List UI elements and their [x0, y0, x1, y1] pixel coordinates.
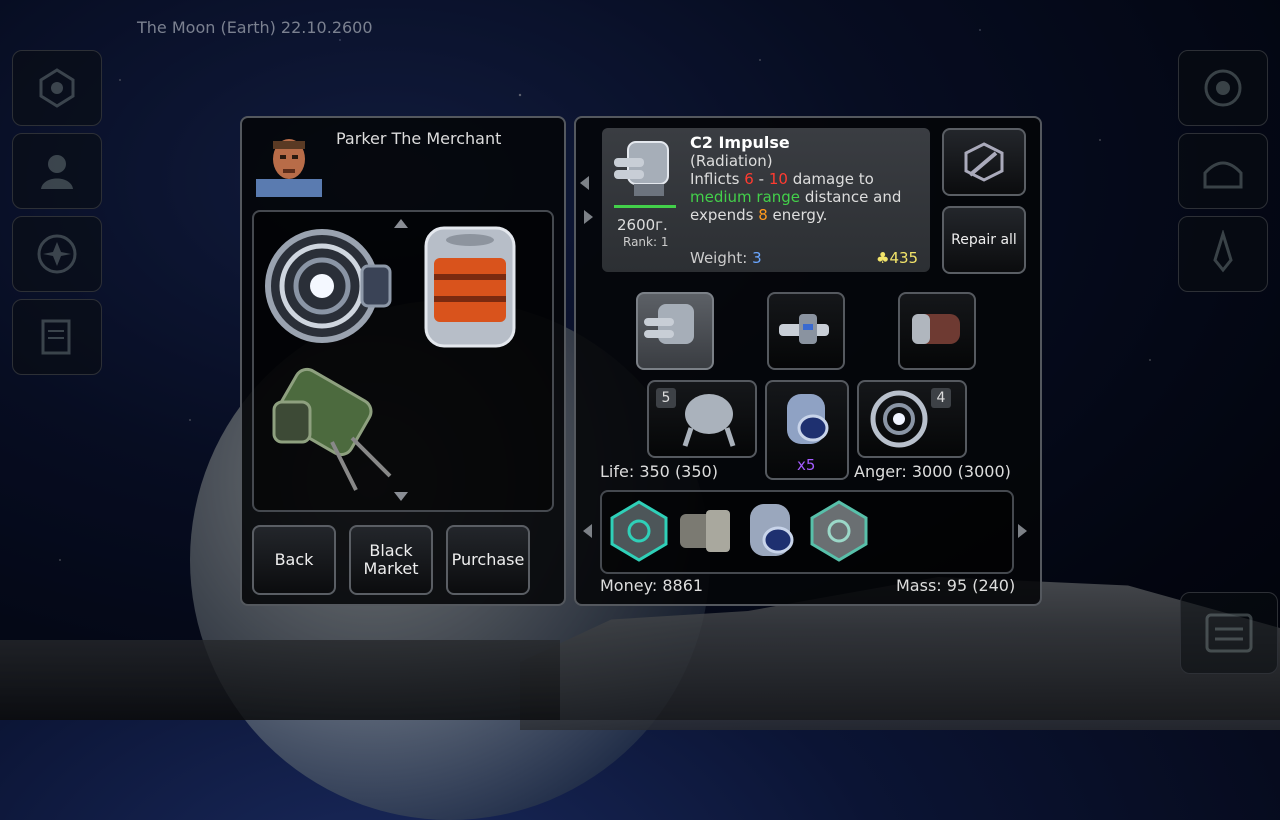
base-button[interactable]: [1178, 133, 1268, 209]
scroll-up-arrow[interactable]: [394, 219, 408, 228]
faction-button[interactable]: [12, 216, 102, 292]
ship-button[interactable]: [1178, 216, 1268, 292]
menu-icon: [1205, 613, 1253, 653]
item-rank: Rank: 1: [623, 235, 669, 249]
back-button[interactable]: Back: [252, 525, 336, 595]
clover-icon: ♣: [876, 249, 890, 267]
hull-icon: [682, 394, 736, 447]
log-icon: [41, 319, 71, 355]
log-button[interactable]: [12, 299, 102, 375]
laser-gun-icon: [779, 314, 829, 344]
damage-max: 10: [768, 170, 788, 188]
station-icon: [39, 68, 75, 108]
scroll-down-arrow[interactable]: [394, 492, 408, 501]
cargo-armor-plate-1[interactable]: [606, 498, 672, 564]
fuel-cell-icon: [787, 394, 829, 444]
orbit-button[interactable]: [1178, 50, 1268, 126]
location-date-label: The Moon (Earth) 22.10.2600: [137, 18, 373, 37]
purchase-button[interactable]: Purchase: [446, 525, 530, 595]
black-market-button[interactable]: Black Market: [349, 525, 433, 595]
shield-generator-item[interactable]: [262, 226, 394, 346]
selected-item-image: [614, 141, 669, 196]
merchant-portrait: [256, 139, 322, 197]
cargo-prev-arrow[interactable]: [583, 524, 592, 538]
cargo-fuel-cell[interactable]: [738, 498, 804, 564]
durability-bar: [614, 205, 676, 208]
rocket-launcher-icon: [912, 314, 960, 344]
repair-all-button[interactable]: Repair all: [942, 206, 1026, 274]
station-button[interactable]: [12, 50, 102, 126]
base-icon: [1203, 161, 1243, 189]
item-credits: ♣435: [876, 249, 919, 267]
next-item-arrow[interactable]: [584, 210, 593, 224]
equipment-tools-button[interactable]: [942, 128, 1026, 196]
reactor-item[interactable]: [420, 222, 520, 352]
damage-min: 6: [744, 170, 754, 188]
weapon-slot-1[interactable]: [636, 292, 714, 370]
anger-stat: Anger: 3000 (3000): [854, 462, 1011, 481]
weapon-slot-3[interactable]: [898, 292, 976, 370]
merchant-name: Parker The Merchant: [336, 129, 502, 148]
weapon-slot-2[interactable]: [767, 292, 845, 370]
item-description: Inflicts 6 - 10 damage to medium range d…: [690, 170, 902, 224]
item-name: C2 Impulse: [690, 133, 790, 152]
life-stat: Life: 350 (350): [600, 462, 718, 481]
item-weight: Weight: 3: [690, 249, 762, 267]
repair-icon: [964, 142, 1004, 182]
energy-cost: 8: [758, 206, 768, 224]
engine-item[interactable]: [262, 362, 394, 494]
cargo-armor-plate-2[interactable]: [806, 498, 872, 564]
pilot-button[interactable]: [12, 133, 102, 209]
prev-item-arrow[interactable]: [580, 176, 589, 190]
cargo-module[interactable]: [672, 500, 738, 562]
item-price: 2600г.: [617, 216, 668, 234]
pilot-icon: [41, 155, 73, 189]
menu-button[interactable]: [1180, 592, 1278, 674]
mass-stat: Mass: 95 (240): [896, 576, 1016, 595]
ship-icon: [1213, 230, 1233, 273]
shield-icon: [870, 390, 928, 448]
weapon-range: medium range: [690, 188, 801, 206]
shield-level-badge: 4: [931, 388, 951, 408]
item-type: (Radiation): [690, 152, 773, 170]
money-stat: Money: 8861: [600, 576, 704, 595]
engine-count: x5: [797, 456, 816, 474]
impulse-cannon-icon: [644, 304, 694, 344]
cargo-next-arrow[interactable]: [1018, 524, 1027, 538]
hull-level-badge: 5: [656, 388, 676, 408]
orbit-icon: [1204, 69, 1242, 107]
faction-icon: [37, 234, 77, 274]
